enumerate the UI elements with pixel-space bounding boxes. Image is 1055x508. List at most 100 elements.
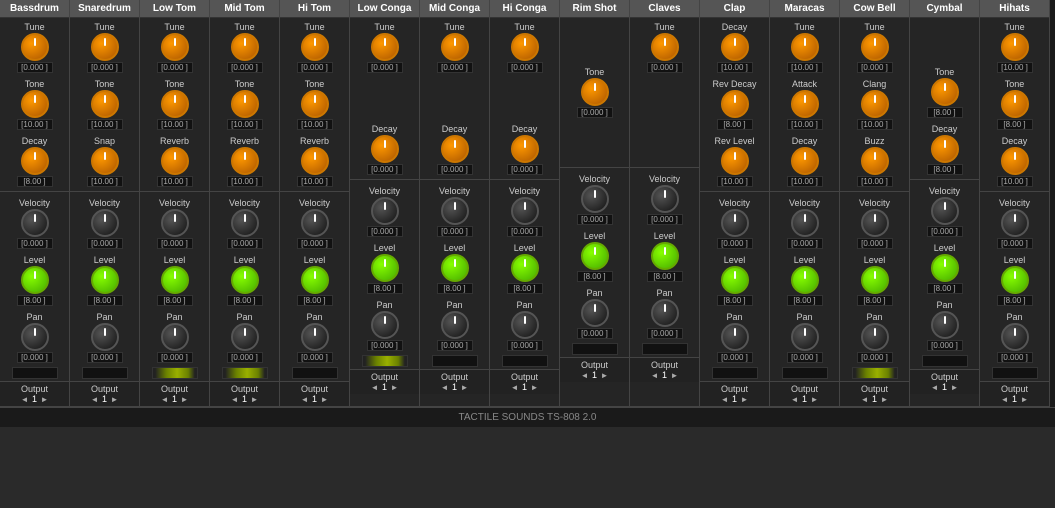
output-decrement-hitom[interactable]: ◄	[301, 395, 309, 404]
knob-snaredrum-1[interactable]	[91, 90, 119, 118]
pan-knob-lowconga[interactable]	[371, 311, 399, 339]
fader-rimshot[interactable]	[572, 343, 618, 355]
level-knob-midconga[interactable]	[441, 254, 469, 282]
knob-lowtom-0[interactable]	[161, 33, 189, 61]
knob-hihats-2[interactable]	[1001, 147, 1029, 175]
output-increment-hitom[interactable]: ►	[321, 395, 329, 404]
knob-bassdrum-0[interactable]	[21, 33, 49, 61]
knob-rimshot-1[interactable]	[581, 78, 609, 106]
output-increment-rimshot[interactable]: ►	[601, 371, 609, 380]
knob-claves-0[interactable]	[651, 33, 679, 61]
output-decrement-lowconga[interactable]: ◄	[371, 383, 379, 392]
fader-hiconga[interactable]	[502, 355, 548, 367]
output-increment-midconga[interactable]: ►	[461, 383, 469, 392]
fader-cowbell[interactable]	[852, 367, 898, 379]
knob-clap-2[interactable]	[721, 147, 749, 175]
level-knob-hiconga[interactable]	[511, 254, 539, 282]
output-decrement-cowbell[interactable]: ◄	[861, 395, 869, 404]
pan-knob-hitom[interactable]	[301, 323, 329, 351]
level-knob-cymbal[interactable]	[931, 254, 959, 282]
knob-maracas-1[interactable]	[791, 90, 819, 118]
pan-knob-cowbell[interactable]	[861, 323, 889, 351]
pan-knob-snaredrum[interactable]	[91, 323, 119, 351]
knob-cowbell-2[interactable]	[861, 147, 889, 175]
knob-midtom-1[interactable]	[231, 90, 259, 118]
knob-lowconga-0[interactable]	[371, 33, 399, 61]
level-knob-clap[interactable]	[721, 266, 749, 294]
velocity-knob-lowtom[interactable]	[161, 209, 189, 237]
velocity-knob-hitom[interactable]	[301, 209, 329, 237]
fader-hihats[interactable]	[992, 367, 1038, 379]
velocity-knob-midconga[interactable]	[441, 197, 469, 225]
output-decrement-cymbal[interactable]: ◄	[931, 383, 939, 392]
knob-snaredrum-0[interactable]	[91, 33, 119, 61]
fader-lowconga[interactable]	[362, 355, 408, 367]
fader-midtom[interactable]	[222, 367, 268, 379]
knob-bassdrum-1[interactable]	[21, 90, 49, 118]
level-knob-snaredrum[interactable]	[91, 266, 119, 294]
output-increment-hihats[interactable]: ►	[1021, 395, 1029, 404]
fader-bassdrum[interactable]	[12, 367, 58, 379]
pan-knob-hihats[interactable]	[1001, 323, 1029, 351]
knob-hihats-1[interactable]	[1001, 90, 1029, 118]
output-decrement-rimshot[interactable]: ◄	[581, 371, 589, 380]
velocity-knob-lowconga[interactable]	[371, 197, 399, 225]
pan-knob-cymbal[interactable]	[931, 311, 959, 339]
velocity-knob-hihats[interactable]	[1001, 209, 1029, 237]
output-decrement-midtom[interactable]: ◄	[231, 395, 239, 404]
knob-midtom-0[interactable]	[231, 33, 259, 61]
pan-knob-midconga[interactable]	[441, 311, 469, 339]
output-increment-hiconga[interactable]: ►	[531, 383, 539, 392]
knob-hitom-1[interactable]	[301, 90, 329, 118]
velocity-knob-bassdrum[interactable]	[21, 209, 49, 237]
pan-knob-lowtom[interactable]	[161, 323, 189, 351]
output-increment-claves[interactable]: ►	[671, 371, 679, 380]
knob-hiconga-0[interactable]	[511, 33, 539, 61]
pan-knob-hiconga[interactable]	[511, 311, 539, 339]
output-increment-cowbell[interactable]: ►	[881, 395, 889, 404]
velocity-knob-cymbal[interactable]	[931, 197, 959, 225]
level-knob-claves[interactable]	[651, 242, 679, 270]
velocity-knob-midtom[interactable]	[231, 209, 259, 237]
output-increment-bassdrum[interactable]: ►	[41, 395, 49, 404]
fader-cymbal[interactable]	[922, 355, 968, 367]
level-knob-lowconga[interactable]	[371, 254, 399, 282]
fader-midconga[interactable]	[432, 355, 478, 367]
knob-maracas-2[interactable]	[791, 147, 819, 175]
fader-maracas[interactable]	[782, 367, 828, 379]
knob-lowtom-2[interactable]	[161, 147, 189, 175]
knob-bassdrum-2[interactable]	[21, 147, 49, 175]
pan-knob-clap[interactable]	[721, 323, 749, 351]
knob-hitom-0[interactable]	[301, 33, 329, 61]
fader-lowtom[interactable]	[152, 367, 198, 379]
velocity-knob-hiconga[interactable]	[511, 197, 539, 225]
pan-knob-claves[interactable]	[651, 299, 679, 327]
knob-midtom-2[interactable]	[231, 147, 259, 175]
knob-hihats-0[interactable]	[1001, 33, 1029, 61]
velocity-knob-claves[interactable]	[651, 185, 679, 213]
output-decrement-midconga[interactable]: ◄	[441, 383, 449, 392]
knob-cowbell-0[interactable]	[861, 33, 889, 61]
output-decrement-clap[interactable]: ◄	[721, 395, 729, 404]
knob-maracas-0[interactable]	[791, 33, 819, 61]
level-knob-hitom[interactable]	[301, 266, 329, 294]
knob-snaredrum-2[interactable]	[91, 147, 119, 175]
knob-cymbal-1[interactable]	[931, 78, 959, 106]
output-decrement-lowtom[interactable]: ◄	[161, 395, 169, 404]
output-decrement-snaredrum[interactable]: ◄	[91, 395, 99, 404]
output-decrement-bassdrum[interactable]: ◄	[21, 395, 29, 404]
output-increment-lowtom[interactable]: ►	[181, 395, 189, 404]
level-knob-bassdrum[interactable]	[21, 266, 49, 294]
output-increment-maracas[interactable]: ►	[811, 395, 819, 404]
level-knob-maracas[interactable]	[791, 266, 819, 294]
pan-knob-bassdrum[interactable]	[21, 323, 49, 351]
knob-midconga-2[interactable]	[441, 135, 469, 163]
output-decrement-hihats[interactable]: ◄	[1001, 395, 1009, 404]
output-increment-lowconga[interactable]: ►	[391, 383, 399, 392]
output-increment-clap[interactable]: ►	[741, 395, 749, 404]
knob-cymbal-2[interactable]	[931, 135, 959, 163]
knob-hiconga-2[interactable]	[511, 135, 539, 163]
knob-clap-1[interactable]	[721, 90, 749, 118]
output-increment-cymbal[interactable]: ►	[951, 383, 959, 392]
knob-lowconga-2[interactable]	[371, 135, 399, 163]
